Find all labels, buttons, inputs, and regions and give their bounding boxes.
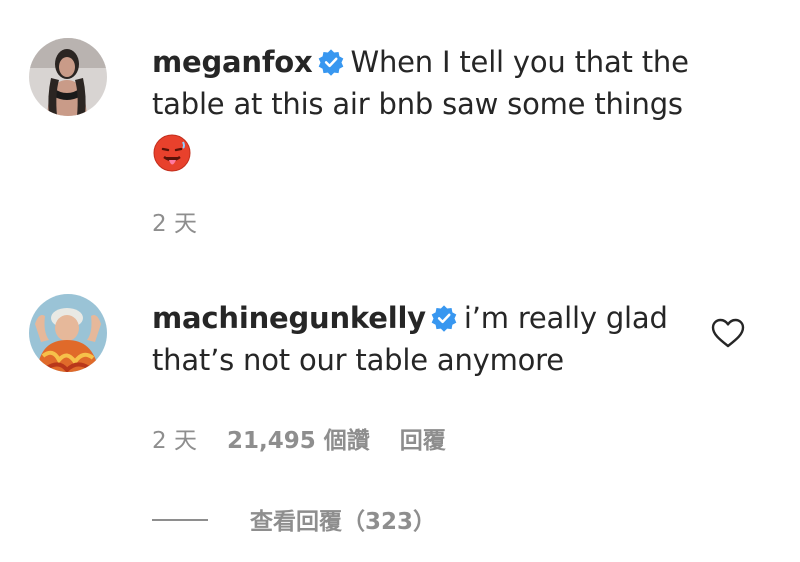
avatar-machinegunkelly-image [29, 294, 107, 372]
avatar-machinegunkelly[interactable] [29, 294, 107, 372]
comment-time[interactable]: 2 天 [152, 211, 197, 237]
comment-text-block: meganfox When I tell you that the table a… [152, 41, 722, 125]
avatar-meganfox-image [29, 38, 107, 116]
avatar-meganfox[interactable] [29, 38, 107, 116]
heart-like-icon[interactable] [711, 318, 745, 348]
comment-text-block: machinegunkelly i’m really glad that’s no… [152, 297, 722, 381]
comment-meta: 2 天 [152, 204, 197, 238]
view-replies-button[interactable]: 查看回覆（323） [250, 502, 436, 536]
reply-button[interactable]: 回覆 [400, 428, 446, 454]
verified-badge-icon [318, 49, 343, 76]
hot-face-emoji-icon [153, 134, 191, 172]
like-count[interactable]: 21,495 個讚 [227, 428, 370, 454]
verified-badge-icon [431, 305, 457, 332]
comment-meta: 2 天 21,495 個讚 回覆 [152, 421, 446, 455]
comment-time[interactable]: 2 天 [152, 428, 197, 454]
username-link[interactable]: meganfox [152, 45, 313, 79]
username-link[interactable]: machinegunkelly [152, 301, 426, 335]
replies-divider [152, 519, 208, 521]
